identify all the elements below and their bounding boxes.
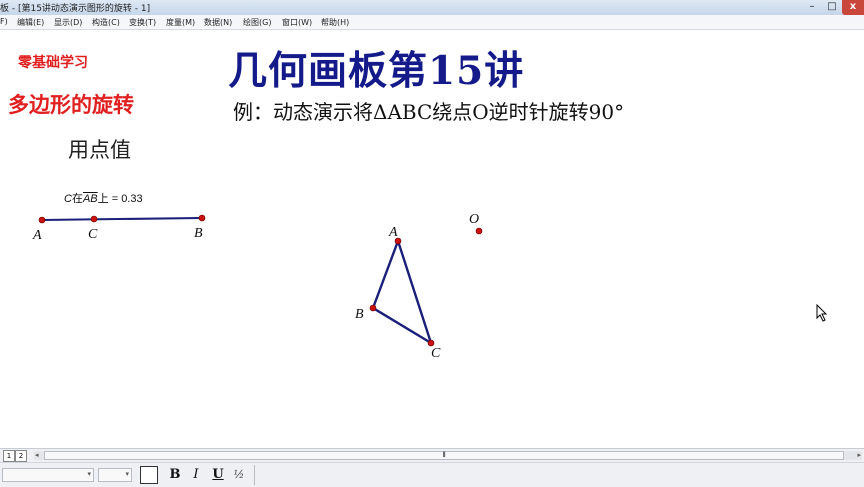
underline-button[interactable]: U — [209, 467, 227, 483]
segment-point-a[interactable] — [38, 216, 46, 224]
bold-button[interactable]: B — [166, 467, 184, 483]
menu-transform[interactable]: 变换(T) — [129, 17, 156, 28]
segment-ab[interactable] — [41, 217, 203, 221]
triangle-label-a[interactable]: A — [388, 225, 398, 240]
center-point-o[interactable] — [475, 227, 483, 235]
sketch-canvas[interactable]: 零基础学习 多边形的旋转 用点值 几何画板第15讲 例：动态演示将ΔABC绕点O… — [0, 30, 864, 448]
triangle-label-c[interactable]: C — [431, 346, 441, 361]
menu-help[interactable]: 帮助(H) — [321, 17, 349, 28]
triangle-point-b[interactable] — [369, 304, 377, 312]
segment-label-b[interactable]: B — [194, 226, 203, 241]
segment-label-c[interactable]: C — [88, 227, 98, 242]
italic-button[interactable]: I — [187, 467, 205, 483]
mouse-pointer-icon — [816, 304, 828, 322]
minimize-button[interactable]: – — [802, 0, 822, 15]
menu-measure[interactable]: 度量(M) — [166, 17, 195, 28]
menu-edit[interactable]: 编辑(E) — [17, 17, 44, 28]
menu-construct[interactable]: 构造(C) — [92, 17, 120, 28]
close-button[interactable]: x — [842, 0, 864, 15]
chevron-down-icon: ▾ — [125, 470, 129, 478]
horizontal-scrollbar[interactable]: ◂ ⦀ ▸ — [34, 451, 862, 460]
text-color-swatch[interactable] — [140, 466, 158, 484]
center-label-o[interactable]: O — [469, 212, 479, 227]
math-format-button[interactable]: ½ — [230, 467, 248, 483]
menu-file[interactable]: F) — [0, 17, 8, 26]
menu-bar: F) 编辑(E) 显示(D) 构造(C) 变换(T) 度量(M) 数据(N) 绘… — [0, 15, 864, 30]
menu-display[interactable]: 显示(D) — [54, 17, 82, 28]
scroll-thumb[interactable]: ⦀ — [44, 451, 844, 460]
menu-data[interactable]: 数据(N) — [204, 17, 232, 28]
menu-graph[interactable]: 绘图(G) — [243, 17, 271, 28]
segment-label-a[interactable]: A — [32, 228, 42, 243]
segment-point-c[interactable] — [90, 215, 98, 223]
geometry-figure: A C B A B C O — [32, 212, 483, 361]
triangle-label-b[interactable]: B — [355, 307, 364, 322]
maximize-button[interactable]: □ — [822, 0, 842, 15]
scroll-right-icon[interactable]: ▸ — [857, 451, 861, 459]
chevron-down-icon: ▾ — [87, 470, 91, 478]
triangle-abc[interactable] — [371, 239, 433, 345]
toolbar-divider — [254, 465, 255, 485]
title-bar: 板 - [第15讲动态演示图形的旋转 - 1] – □ x — [0, 0, 864, 15]
text-format-bar: ▾ ▾ B I U ½ — [0, 462, 864, 487]
segment-point-b[interactable] — [198, 214, 206, 222]
font-size-select[interactable]: ▾ — [98, 468, 132, 482]
menu-window[interactable]: 窗口(W) — [282, 17, 312, 28]
scroll-left-icon[interactable]: ◂ — [35, 451, 39, 459]
font-family-select[interactable]: ▾ — [2, 468, 94, 482]
scroll-grip-icon: ⦀ — [442, 451, 446, 459]
page-tab-1[interactable]: 1 — [3, 450, 15, 462]
page-tab-bar: 1 2 ◂ ⦀ ▸ — [0, 448, 864, 463]
page-tab-2[interactable]: 2 — [15, 450, 27, 462]
window-title: 板 - [第15讲动态演示图形的旋转 - 1] — [0, 4, 151, 14]
